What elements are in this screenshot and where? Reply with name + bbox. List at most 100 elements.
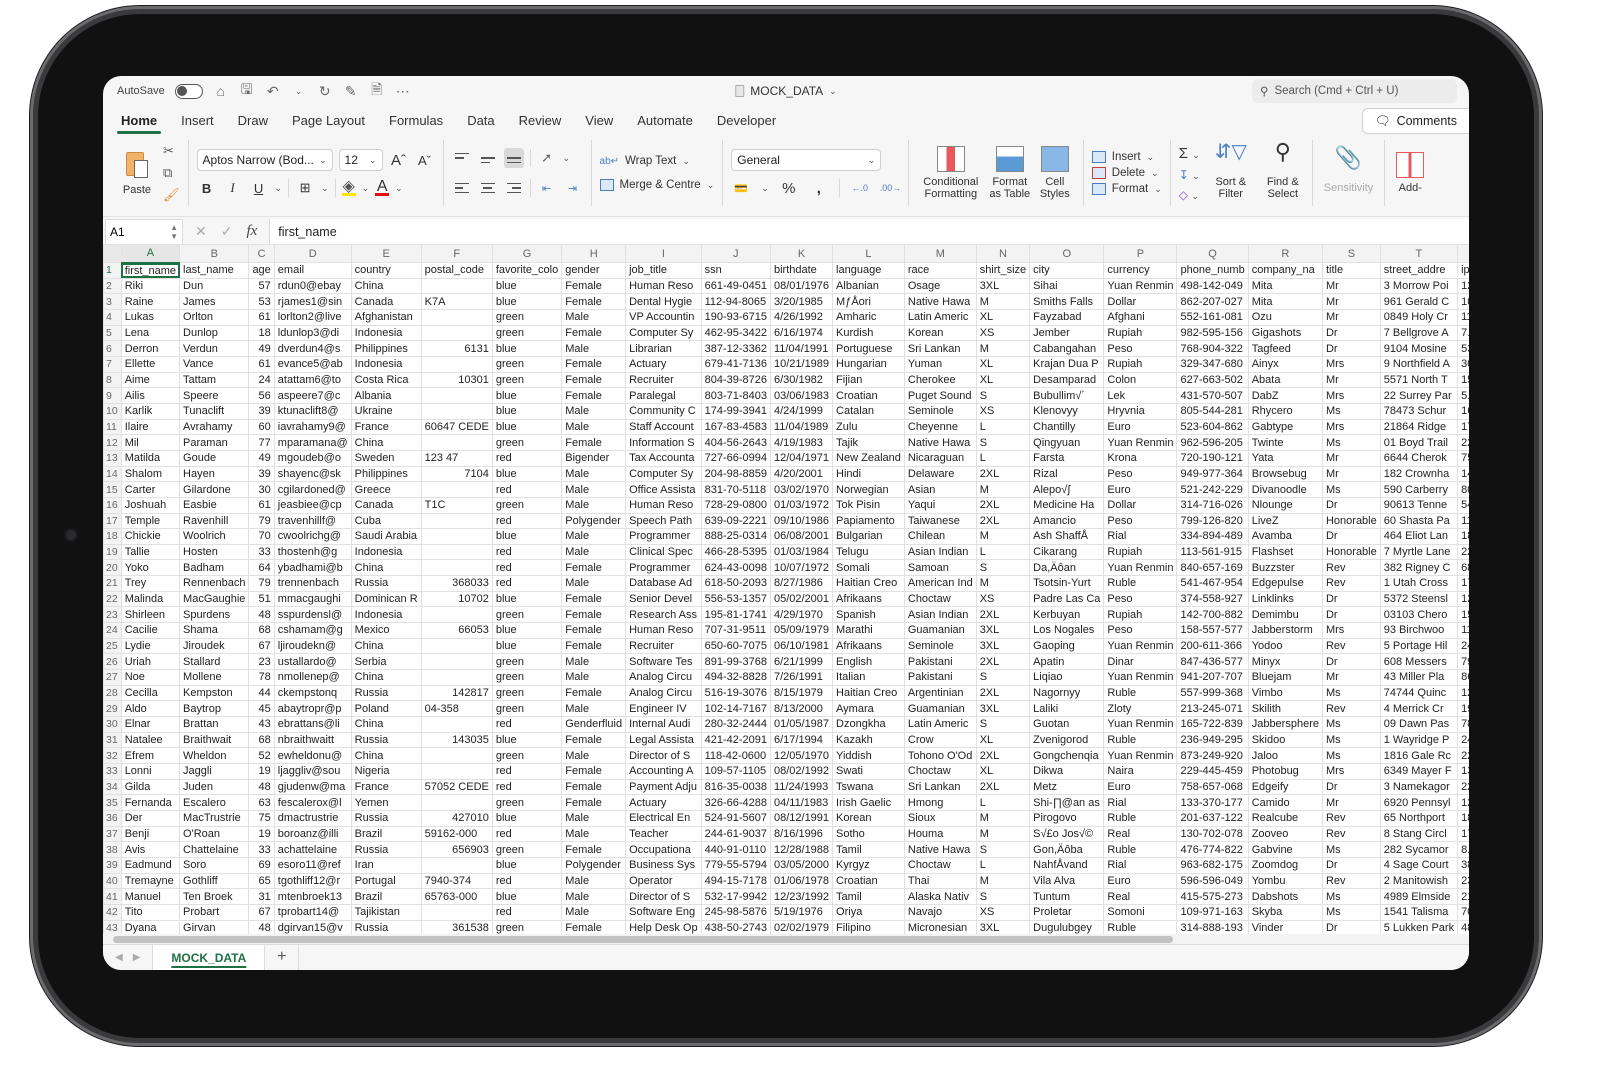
cell[interactable]: Tajikistan bbox=[350, 903, 422, 921]
undo-dropdown-icon[interactable]: ⌄ bbox=[291, 86, 307, 97]
row-header[interactable]: 4 bbox=[103, 308, 122, 326]
increase-decimal-icon[interactable]: ←.0 bbox=[850, 183, 870, 193]
cell[interactable]: 758-657-068 bbox=[1176, 778, 1249, 796]
cell[interactable]: 43 bbox=[248, 716, 275, 733]
cell[interactable]: cgilardoned@ bbox=[273, 481, 352, 498]
cell[interactable] bbox=[420, 903, 493, 921]
cell[interactable]: Jabberstorm bbox=[1247, 622, 1323, 639]
cell[interactable]: Real bbox=[1103, 888, 1178, 905]
cell[interactable]: Osage bbox=[903, 277, 977, 295]
cell[interactable]: Guotan bbox=[1029, 716, 1105, 733]
cell[interactable]: blue bbox=[491, 637, 563, 655]
cell[interactable]: Rev bbox=[1321, 809, 1381, 827]
cell[interactable]: M bbox=[975, 340, 1031, 357]
cell[interactable]: 803-71-8403 bbox=[700, 387, 771, 404]
column-header[interactable]: K bbox=[769, 244, 834, 263]
column-header[interactable]: N bbox=[975, 244, 1031, 263]
cell[interactable]: Analog Circu bbox=[625, 684, 702, 702]
cell[interactable]: green bbox=[491, 700, 563, 718]
cell[interactable]: 245-98-5876 bbox=[700, 903, 771, 921]
cell[interactable]: Business Sys bbox=[625, 856, 702, 874]
cell[interactable]: 7940-374 bbox=[420, 872, 493, 890]
cell[interactable]: 74744 Quinc bbox=[1379, 684, 1459, 702]
cell[interactable]: Realcube bbox=[1247, 809, 1323, 827]
copy-icon[interactable]: ⧉ bbox=[163, 165, 180, 181]
cell[interactable]: 8 Stang Circl bbox=[1379, 825, 1459, 843]
cell[interactable]: Natalee bbox=[120, 731, 181, 749]
cell[interactable]: 8/16/1996 bbox=[769, 825, 834, 843]
cell[interactable]: Rev bbox=[1321, 825, 1381, 843]
cell[interactable]: 48.57.216.22 bbox=[1457, 919, 1469, 934]
cell[interactable]: age bbox=[248, 262, 275, 279]
cell[interactable]: Male bbox=[561, 575, 627, 592]
cell[interactable]: Afrikaans bbox=[832, 637, 905, 655]
cell[interactable]: 78.207.37.5 bbox=[1457, 716, 1469, 733]
row-header[interactable]: 17 bbox=[103, 512, 122, 530]
cell[interactable]: Lydie bbox=[120, 637, 181, 655]
cell[interactable]: Yoko bbox=[120, 559, 181, 577]
cell[interactable]: Manuel bbox=[120, 888, 181, 905]
cell[interactable]: Carter bbox=[120, 481, 181, 498]
cell[interactable] bbox=[420, 637, 493, 655]
cell[interactable]: Yuan Renmin bbox=[1103, 716, 1178, 733]
cell[interactable]: Somoni bbox=[1103, 903, 1178, 921]
cell[interactable]: Dr bbox=[1321, 606, 1381, 624]
cell[interactable]: red bbox=[491, 449, 563, 467]
cell[interactable]: 779-55-5794 bbox=[700, 856, 771, 874]
cell[interactable]: 195-81-1741 bbox=[700, 606, 771, 624]
cell[interactable]: Jaggli bbox=[179, 763, 250, 780]
cell[interactable]: 90613 Tenne bbox=[1379, 496, 1459, 514]
cell[interactable]: postal_code bbox=[420, 262, 493, 279]
cell[interactable]: M bbox=[975, 809, 1031, 827]
cell[interactable]: Baytrop bbox=[179, 700, 250, 718]
cell[interactable]: Delaware bbox=[903, 465, 977, 483]
cell[interactable]: Nicaraguan bbox=[903, 449, 977, 467]
cell[interactable]: Escalero bbox=[179, 794, 250, 811]
tab-view[interactable]: View bbox=[573, 106, 625, 136]
cell[interactable]: 102-14-7167 bbox=[700, 700, 771, 718]
cell[interactable]: 873-249-920 bbox=[1176, 747, 1249, 764]
cell[interactable]: Taiwanese bbox=[903, 512, 977, 530]
cell[interactable]: Ms bbox=[1321, 434, 1381, 451]
cell[interactable]: Hosten bbox=[179, 543, 250, 561]
cell[interactable]: Male bbox=[561, 402, 627, 420]
cell[interactable]: 2XL bbox=[975, 512, 1031, 530]
cell[interactable]: 236-949-295 bbox=[1176, 731, 1249, 749]
cell[interactable]: 6131 bbox=[420, 340, 493, 357]
cell[interactable] bbox=[420, 481, 493, 498]
cell[interactable] bbox=[420, 606, 493, 624]
cell[interactable]: Programmer bbox=[625, 528, 702, 545]
cell[interactable]: favorite_colo bbox=[491, 262, 563, 279]
cell[interactable]: Gongchenqia bbox=[1029, 747, 1105, 764]
cell[interactable]: 129.181.88.2 bbox=[1457, 590, 1469, 608]
cell[interactable]: Dunlop bbox=[179, 324, 250, 342]
cell[interactable]: Rial bbox=[1103, 856, 1178, 874]
font-color-icon[interactable]: A bbox=[375, 178, 390, 196]
cell[interactable]: Papiamento bbox=[832, 512, 905, 530]
previous-sheet-icon[interactable]: ◀ bbox=[115, 952, 123, 963]
cell[interactable]: 33 bbox=[248, 841, 275, 858]
cell[interactable] bbox=[420, 434, 493, 451]
cell[interactable]: 70.222.70.17 bbox=[1457, 903, 1469, 921]
cell[interactable]: Latin Americ bbox=[903, 716, 977, 733]
cell[interactable]: iavrahamy9@ bbox=[273, 418, 352, 436]
autosum-icon[interactable]: Σ ⌄ bbox=[1179, 145, 1200, 162]
cell[interactable]: Choctaw bbox=[903, 763, 977, 780]
cell[interactable]: Zoomdog bbox=[1247, 856, 1323, 874]
row-header[interactable]: 33 bbox=[103, 763, 122, 780]
cell[interactable]: Uriah bbox=[120, 653, 181, 671]
cell[interactable]: 45 bbox=[248, 700, 275, 718]
row-header[interactable]: 41 bbox=[103, 888, 122, 905]
comments-button[interactable]: 🗨 Comments bbox=[1361, 108, 1469, 134]
cell[interactable]: 48 bbox=[248, 778, 275, 796]
cell[interactable]: Rev bbox=[1321, 637, 1381, 655]
cell[interactable]: blue bbox=[491, 293, 563, 310]
cell[interactable]: Badham bbox=[179, 559, 250, 577]
cell[interactable]: Korean bbox=[832, 809, 905, 827]
cell[interactable]: Clinical Spec bbox=[625, 543, 702, 561]
column-header[interactable]: E bbox=[350, 244, 422, 263]
cell[interactable]: Dominican R bbox=[350, 590, 422, 608]
cell[interactable]: Juden bbox=[179, 778, 250, 796]
cell[interactable]: NahfÅvand bbox=[1029, 856, 1105, 874]
row-header[interactable]: 27 bbox=[103, 669, 122, 686]
